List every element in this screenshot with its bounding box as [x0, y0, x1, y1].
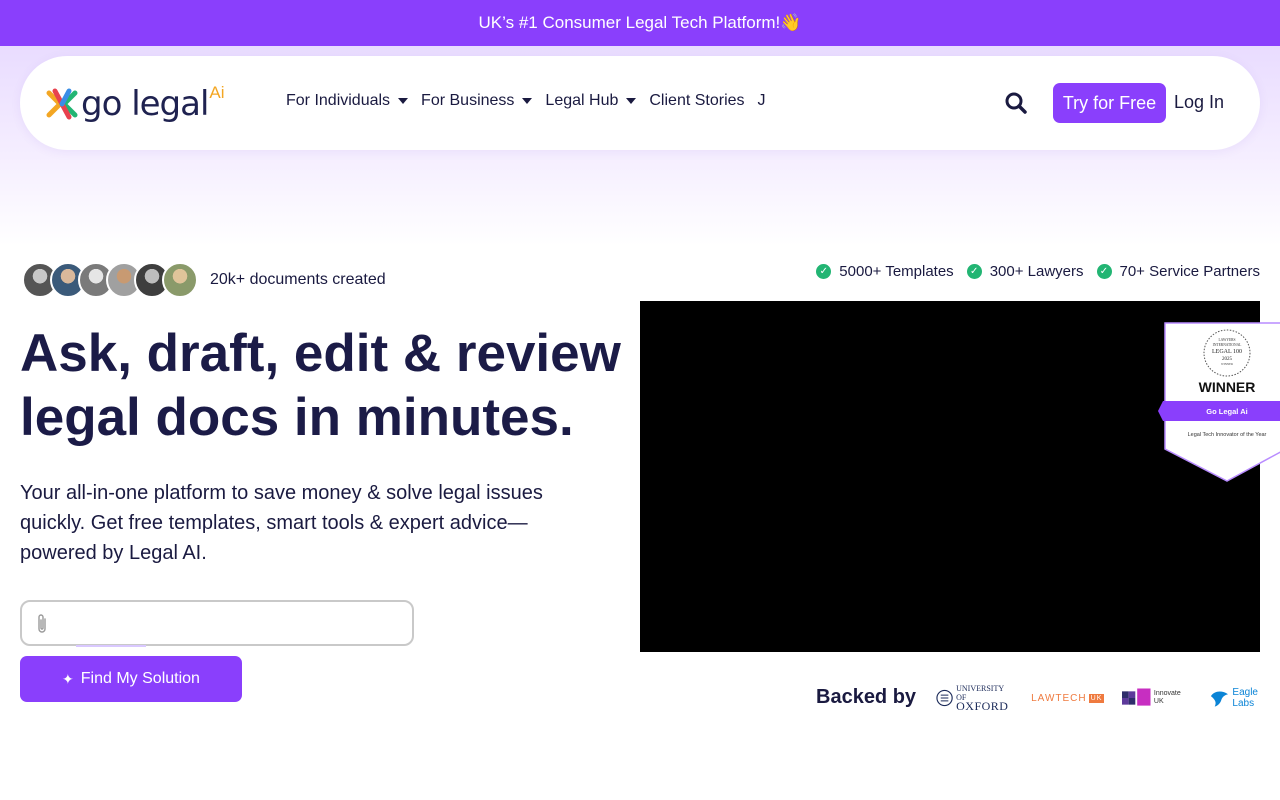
backed-by-label: Backed by: [816, 686, 917, 708]
eagle-labs-text: Eagle Labs: [1232, 687, 1258, 709]
logo-mark-icon: [46, 88, 78, 120]
ukri-icon: [1122, 688, 1151, 706]
eagle-labs-logo: Eagle Labs: [1209, 686, 1280, 710]
nav-links: For Individuals For Business Legal Hub C…: [286, 92, 779, 110]
nav-item-label: Client Stories: [649, 92, 745, 109]
nav-item-truncated[interactable]: J: [758, 92, 766, 110]
lawtech-uk-text: UK: [1088, 693, 1105, 703]
eagle-icon: [1210, 691, 1228, 707]
find-my-solution-button[interactable]: ✦ Find My Solution: [20, 656, 242, 702]
nav-item-label: For Business: [421, 92, 515, 109]
stat-service-partners: ✓ 70+ Service Partners: [1096, 263, 1261, 280]
wave-emoji-icon: 👋: [780, 13, 802, 32]
check-circle-icon: ✓: [1096, 264, 1112, 279]
nav-item-client-stories[interactable]: Client Stories: [649, 92, 744, 110]
announcement-text: UK’s #1 Consumer Legal Tech Platform!: [478, 13, 781, 32]
lawtech-text: LAWTECH: [1031, 692, 1087, 704]
badge-title: WINNER: [1199, 379, 1256, 395]
caret-down-icon: [522, 98, 533, 104]
backer-logos: UNIVERSITY OF OXFORD LAWTECH UK Innovate …: [936, 684, 1280, 713]
sparkle-icon: ✦: [62, 670, 74, 687]
input-progress-indicator: [76, 645, 146, 647]
check-circle-icon: ✓: [966, 264, 982, 279]
nav-item-label: For Individuals: [286, 92, 391, 109]
seal-line1: LAWYERS: [1218, 338, 1235, 342]
hero-headline-line1: Ask, draft, edit & review: [20, 324, 621, 383]
oxford-crest-icon: [936, 689, 953, 707]
nav-item-for-individuals[interactable]: For Individuals: [286, 92, 409, 110]
stats-row: ✓ 5000+ Templates ✓ 300+ Lawyers ✓ 70+ S…: [803, 263, 1260, 280]
login-link[interactable]: Log In: [1174, 92, 1224, 113]
seal-line4: WINNER: [1221, 362, 1233, 366]
innovate-uk-logo: Innovate UK: [1122, 686, 1190, 710]
badge-category: Legal Tech Innovator of the Year: [1188, 432, 1267, 438]
caret-down-icon: [626, 98, 637, 104]
stat-label: 5000+ Templates: [839, 263, 954, 280]
check-circle-icon: ✓: [816, 264, 832, 279]
seal-line3: LEGAL 100: [1212, 349, 1242, 355]
hero-headline-line2: legal docs in minutes.: [20, 388, 574, 447]
hero-subtext: Your all-in-one platform to save money &…: [20, 482, 543, 564]
paperclip-icon[interactable]: [34, 613, 50, 635]
logo[interactable]: go legal Ai: [45, 83, 225, 124]
stat-templates: ✓ 5000+ Templates: [816, 263, 954, 280]
hero-headline: Ask, draft, edit & review legal docs in …: [20, 322, 660, 450]
avatar-group: [22, 262, 198, 298]
caret-down-icon: [398, 98, 409, 104]
nav-item-label: J: [757, 92, 766, 109]
announcement-bar: UK’s #1 Consumer Legal Tech Platform! 👋: [0, 0, 1280, 46]
navbar: go legal Ai For Individuals For Business…: [20, 56, 1260, 150]
badge-company: Go Legal Ai: [1206, 407, 1247, 416]
lawtech-uk-logo: LAWTECH UK: [1031, 686, 1105, 710]
nav-item-for-business[interactable]: For Business: [421, 92, 533, 110]
document-upload-input[interactable]: [20, 600, 414, 647]
logo-ai-suffix: Ai: [209, 83, 225, 102]
nav-item-legal-hub[interactable]: Legal Hub: [545, 92, 637, 110]
oxford-logo: UNIVERSITY OF OXFORD: [936, 684, 1013, 713]
stat-label: 70+ Service Partners: [1119, 263, 1261, 280]
try-for-free-button[interactable]: Try for Free: [1053, 83, 1166, 123]
stat-lawyers: ✓ 300+ Lawyers: [966, 263, 1084, 280]
find-my-solution-label: Find My Solution: [80, 670, 200, 687]
oxford-big-text: OXFORD: [956, 699, 1009, 713]
documents-created-count: 20k+ documents created: [210, 271, 386, 288]
logo-text: go legal: [81, 84, 209, 124]
seal-line2: INTERNATIONAL: [1213, 343, 1242, 347]
nav-item-label: Legal Hub: [545, 92, 619, 109]
search-icon[interactable]: [1004, 91, 1028, 115]
stat-label: 300+ Lawyers: [989, 263, 1084, 280]
avatar: [162, 262, 198, 298]
innovate-uk-text: Innovate UK: [1153, 690, 1181, 705]
award-badge: LAWYERS INTERNATIONAL LEGAL 100 2025 WIN…: [1158, 322, 1280, 482]
